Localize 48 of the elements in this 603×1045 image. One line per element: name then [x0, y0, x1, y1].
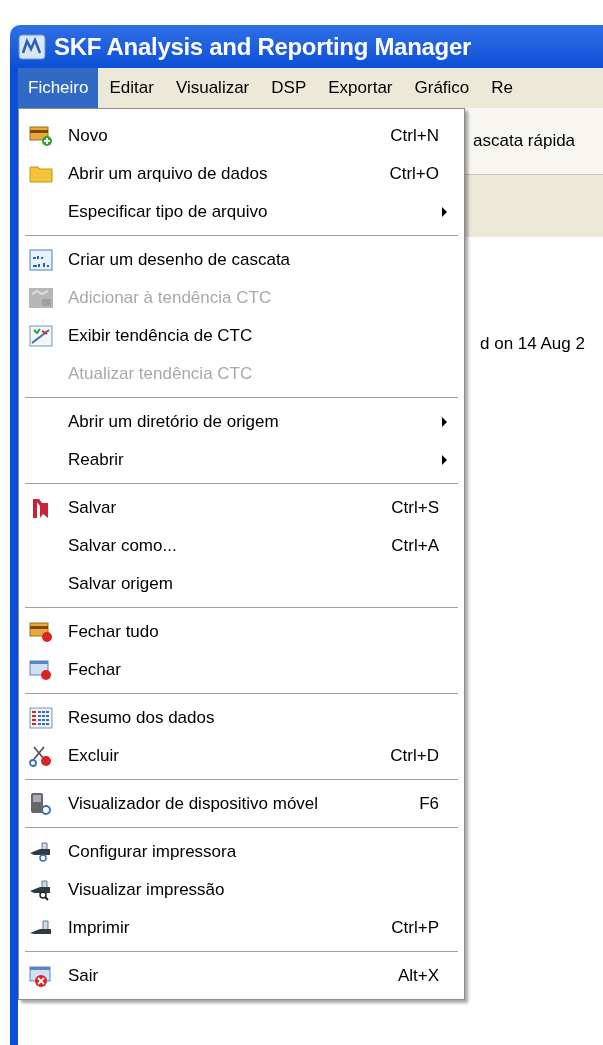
window-close-icon [28, 658, 54, 682]
line-chart-icon [28, 324, 54, 348]
menu-item[interactable]: Fechar tudo [22, 613, 461, 651]
menu-bar-item[interactable]: Ficheiro [18, 68, 99, 108]
menu-item[interactable]: Imprimir Ctrl+P [22, 909, 461, 947]
exit-icon [28, 964, 54, 988]
device-icon [28, 792, 54, 816]
menu-item[interactable]: Fechar [22, 651, 461, 689]
table-icon [28, 706, 54, 730]
shortcut-text: Ctrl+P [390, 917, 439, 940]
shortcut-text: F6 [418, 793, 439, 816]
menu-bar-item[interactable]: Editar [98, 68, 165, 108]
menu-item[interactable]: Reabrir [22, 441, 461, 479]
menu-bar-item[interactable]: Visualizar [164, 68, 261, 108]
menu-item[interactable]: Visualizador de dispositivo móvel F6 [22, 785, 461, 823]
card-plus-icon [28, 124, 54, 148]
shortcut-text: Alt+X [396, 965, 439, 988]
menu-item[interactable]: Criar um desenho de cascata [22, 241, 461, 279]
shortcut-text: Ctrl+A [390, 535, 439, 558]
menu-bar-item[interactable]: DSP [260, 68, 318, 108]
scissors-icon [28, 744, 54, 768]
shortcut-text: Ctrl+D [389, 745, 439, 768]
menu-item[interactable]: Abrir um arquivo de dados Ctrl+O [22, 155, 461, 193]
app-logo-icon [18, 33, 46, 60]
shortcut-text: Ctrl+N [389, 125, 439, 148]
menu-item[interactable]: Exibir tendência de CTC [22, 317, 461, 355]
shortcut-text: Ctrl+O [388, 163, 439, 186]
menu-bar-item[interactable]: Re [480, 68, 525, 108]
menu-item[interactable]: Novo Ctrl+N [22, 117, 461, 155]
menu-item[interactable]: Salvar Ctrl+S [22, 489, 461, 527]
menu-item[interactable]: Visualizar impressão [22, 871, 461, 909]
menu-bar-item[interactable]: Gráfico [403, 68, 481, 108]
menu-item[interactable]: Especificar tipo de arquivo [22, 193, 461, 231]
menu-bar-item[interactable]: Exportar [317, 68, 404, 108]
window-title: SKF Analysis and Reporting Manager [54, 31, 471, 62]
menu-item[interactable]: Salvar como... Ctrl+A [22, 527, 461, 565]
content-text: d on 14 Aug 2 [480, 334, 585, 353]
menu-item[interactable]: Excluir Ctrl+D [22, 737, 461, 775]
menu-item[interactable]: Resumo dos dados [22, 699, 461, 737]
trend-icon [28, 286, 54, 310]
menu-item[interactable]: Abrir um diretório de origem [22, 403, 461, 441]
menu-item[interactable]: Sair Alt+X [22, 957, 461, 995]
shortcut-text: Ctrl+S [390, 497, 439, 520]
waterfall-chart-icon [28, 248, 54, 272]
toolbar-text[interactable]: ascata rápida [473, 128, 576, 154]
card-close-icon [28, 620, 54, 644]
menu-item[interactable]: Configurar impressora [22, 833, 461, 871]
menu-item[interactable]: Salvar origem [22, 565, 461, 603]
